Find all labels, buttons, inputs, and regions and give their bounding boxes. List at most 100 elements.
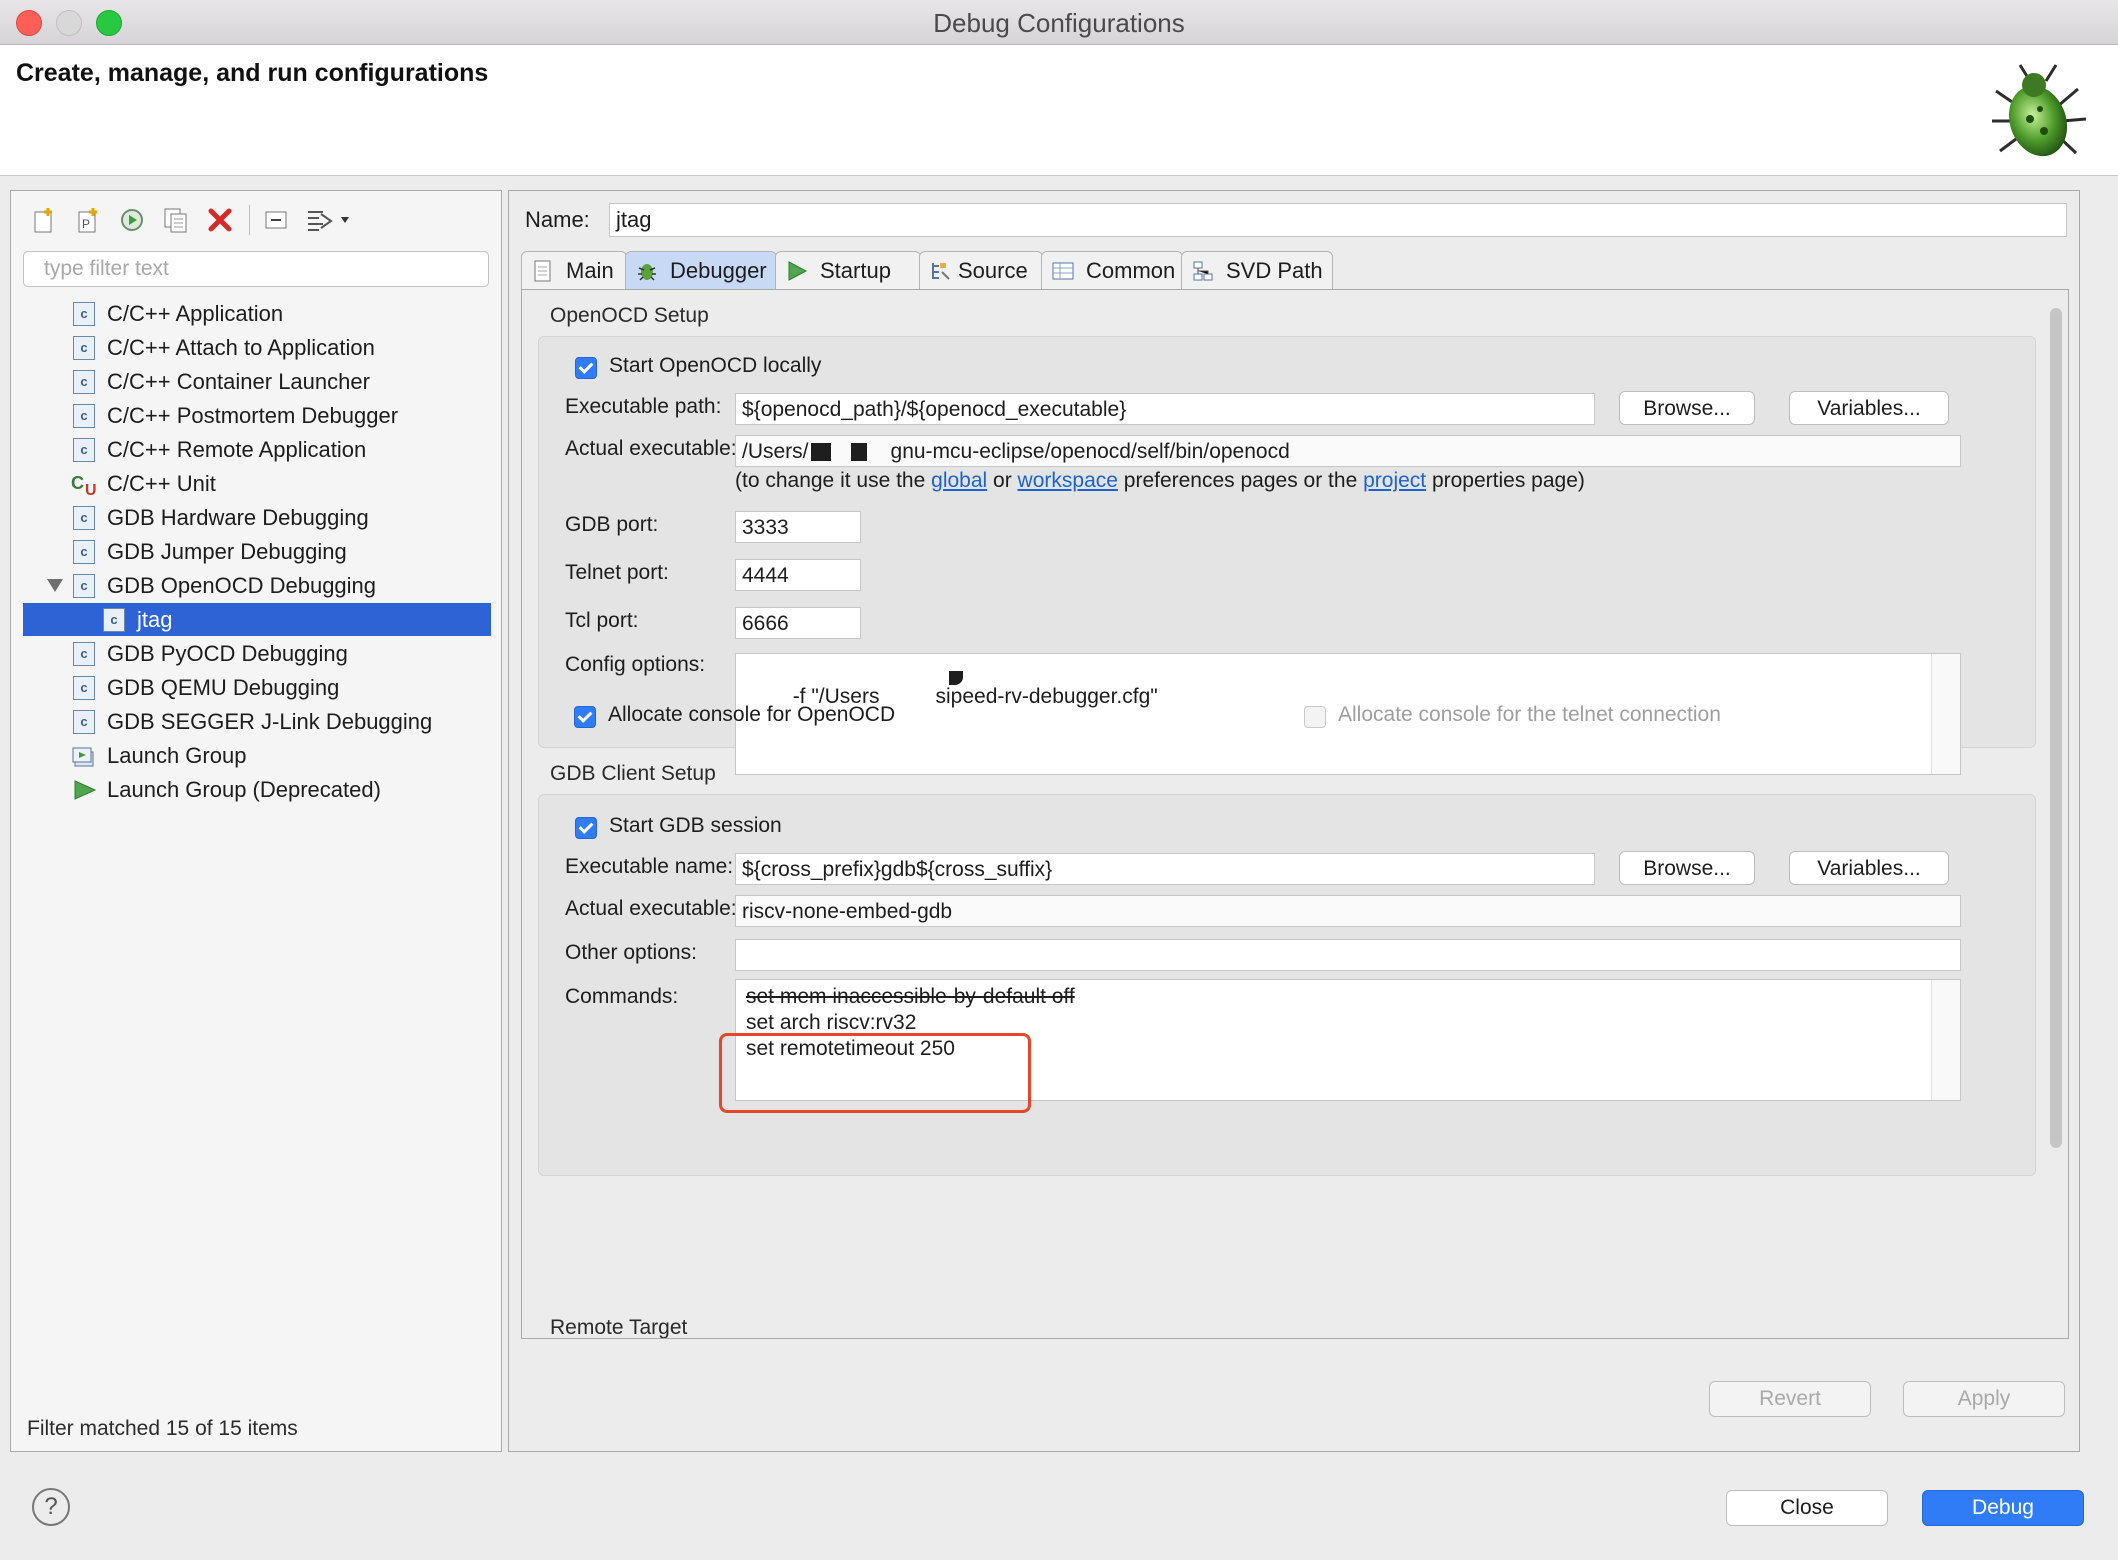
collapse-all-icon[interactable] (259, 203, 293, 237)
tree-item-label: C/C++ Attach to Application (107, 335, 375, 360)
vertical-scrollbar[interactable] (2048, 294, 2066, 1334)
duplicate-config-icon[interactable] (159, 203, 193, 237)
tcl-port-input[interactable]: 6666 (735, 607, 861, 639)
new-config-icon[interactable] (27, 203, 61, 237)
gdb-other-options-input[interactable] (735, 939, 1961, 971)
gdb-browse-button[interactable]: Browse... (1619, 851, 1755, 885)
filter-input[interactable] (42, 254, 486, 284)
gdb-variables-button[interactable]: Variables... (1789, 851, 1949, 885)
project-props-link[interactable]: project (1363, 469, 1426, 492)
bug-icon (1992, 64, 2087, 157)
openocd-variables-button[interactable]: Variables... (1789, 391, 1949, 425)
tree-item-launch-group[interactable]: Launch Group (23, 739, 491, 772)
tree-item-label: Launch Group (107, 743, 247, 768)
tree-item-label: GDB QEMU Debugging (107, 675, 340, 700)
svg-text:U: U (85, 482, 97, 497)
workspace-prefs-link[interactable]: workspace (1018, 469, 1118, 492)
header-title: Create, manage, and run configurations (16, 59, 489, 87)
tree-item-cpp-container[interactable]: c C/C++ Container Launcher (23, 365, 491, 398)
tree-item-gdb-qemu[interactable]: c GDB QEMU Debugging (23, 671, 491, 704)
telnet-port-input[interactable]: 4444 (735, 559, 861, 591)
openocd-hint-text: (to change it use the global or workspac… (735, 469, 1585, 493)
textarea-scrollbar[interactable] (1931, 980, 1960, 1100)
c-config-icon: c (73, 676, 95, 700)
debug-button[interactable]: Debug (1922, 1490, 2084, 1526)
tree-item-launch-group-deprecated[interactable]: Launch Group (Deprecated) (23, 773, 491, 806)
export-config-icon[interactable] (115, 203, 149, 237)
tab-svd-path[interactable]: SVD Path (1181, 251, 1333, 290)
configuration-editor-panel: Name: jtag Main Debugger Startup Source … (508, 190, 2080, 1452)
c-config-icon: c (73, 370, 95, 394)
start-gdb-session-checkbox[interactable] (575, 817, 597, 839)
cu-unit-icon: C U (71, 473, 97, 497)
actual-exec-suffix: gnu-mcu-eclipse/openocd/self/bin/openocd (890, 440, 1290, 463)
tab-debugger[interactable]: Debugger (625, 251, 777, 290)
tree-item-gdb-jumper[interactable]: c GDB Jumper Debugging (23, 535, 491, 568)
tree-item-gdb-pyocd[interactable]: c GDB PyOCD Debugging (23, 637, 491, 670)
tree-item-cpp-unit[interactable]: C U C/C++ Unit (23, 467, 491, 500)
command-line: set mem inaccessible-by-default off (746, 985, 1075, 1008)
tcl-port-label: Tcl port: (565, 609, 639, 632)
config-options-suffix: sipeed-rv-debugger.cfg" (935, 685, 1158, 708)
expand-triangle-icon[interactable] (47, 579, 63, 592)
tree-item-label: C/C++ Remote Application (107, 437, 367, 462)
remote-target-title: Remote Target (550, 1316, 688, 1339)
tab-label: SVD Path (1226, 258, 1323, 283)
c-config-icon: c (73, 438, 95, 462)
hint-middle: preferences pages or the (1117, 469, 1364, 492)
tree-item-label: C/C++ Unit (107, 471, 216, 496)
close-button[interactable]: Close (1726, 1490, 1888, 1526)
start-openocd-label: Start OpenOCD locally (609, 354, 822, 377)
global-prefs-link[interactable]: global (931, 469, 987, 492)
gdb-client-setup-group: Start GDB session Executable name: ${cro… (538, 794, 2036, 1176)
openocd-exec-path-input[interactable]: ${openocd_path}/${openocd_executable} (735, 393, 1595, 425)
run-arrow-icon (74, 780, 97, 800)
c-config-icon: c (73, 642, 95, 666)
textarea-scrollbar[interactable] (1931, 654, 1960, 774)
tree-item-label: GDB Hardware Debugging (107, 505, 369, 530)
tree-item-jtag[interactable]: c jtag (23, 603, 491, 636)
tree-item-cpp-attach[interactable]: c C/C++ Attach to Application (23, 331, 491, 364)
tree-item-gdb-jlink[interactable]: c GDB SEGGER J-Link Debugging (23, 705, 491, 738)
c-config-icon: c (73, 710, 95, 734)
tab-label: Source (958, 258, 1028, 283)
revert-button[interactable]: Revert (1709, 1381, 1871, 1417)
tree-item-cpp-application[interactable]: c C/C++ Application (23, 297, 491, 330)
help-button[interactable]: ? (32, 1488, 70, 1526)
c-config-icon: c (73, 302, 95, 326)
source-lookup-icon (932, 263, 950, 280)
config-name-input[interactable]: jtag (609, 203, 2067, 237)
scrollbar-thumb[interactable] (2050, 308, 2062, 1148)
openocd-browse-button[interactable]: Browse... (1619, 391, 1755, 425)
tree-item-cpp-remote[interactable]: c C/C++ Remote Application (23, 433, 491, 466)
c-config-icon: c (73, 336, 95, 360)
bug-icon (638, 264, 656, 281)
configuration-list-panel: P c C/C++ Application c C/C++ Attach to … (10, 190, 502, 1452)
gdb-port-input[interactable]: 3333 (735, 511, 861, 543)
alloc-openocd-console-label: Allocate console for OpenOCD (608, 703, 896, 726)
tab-common[interactable]: Common (1041, 251, 1183, 290)
c-config-icon: c (73, 574, 95, 598)
tree-item-cpp-postmortem[interactable]: c C/C++ Postmortem Debugger (23, 399, 491, 432)
gdb-exec-name-input[interactable]: ${cross_prefix}gdb${cross_suffix} (735, 853, 1595, 885)
tab-source[interactable]: Source (919, 251, 1043, 290)
tree-item-gdb-openocd[interactable]: c GDB OpenOCD Debugging (23, 569, 491, 602)
filter-search-box[interactable] (23, 251, 489, 287)
alloc-telnet-console-checkbox[interactable] (1304, 706, 1326, 728)
tree-item-label: C/C++ Postmortem Debugger (107, 403, 399, 428)
tab-startup[interactable]: Startup (775, 251, 921, 290)
alloc-openocd-console-checkbox[interactable] (574, 706, 596, 728)
telnet-port-label: Telnet port: (565, 561, 669, 584)
delete-config-icon[interactable] (203, 203, 237, 237)
start-openocd-checkbox[interactable] (575, 357, 597, 379)
new-prototype-icon[interactable]: P (71, 203, 105, 237)
c-config-icon: c (73, 540, 95, 564)
actual-exec-prefix: /Users/ (742, 440, 809, 463)
apply-button[interactable]: Apply (1903, 1381, 2065, 1417)
tree-item-label: GDB PyOCD Debugging (107, 641, 348, 666)
tab-main[interactable]: Main (521, 251, 627, 290)
tree-item-label: C/C++ Container Launcher (107, 369, 370, 394)
tree-item-label: GDB Jumper Debugging (107, 539, 347, 564)
tree-item-gdb-hardware[interactable]: c GDB Hardware Debugging (23, 501, 491, 534)
filter-menu-icon[interactable] (303, 203, 353, 237)
